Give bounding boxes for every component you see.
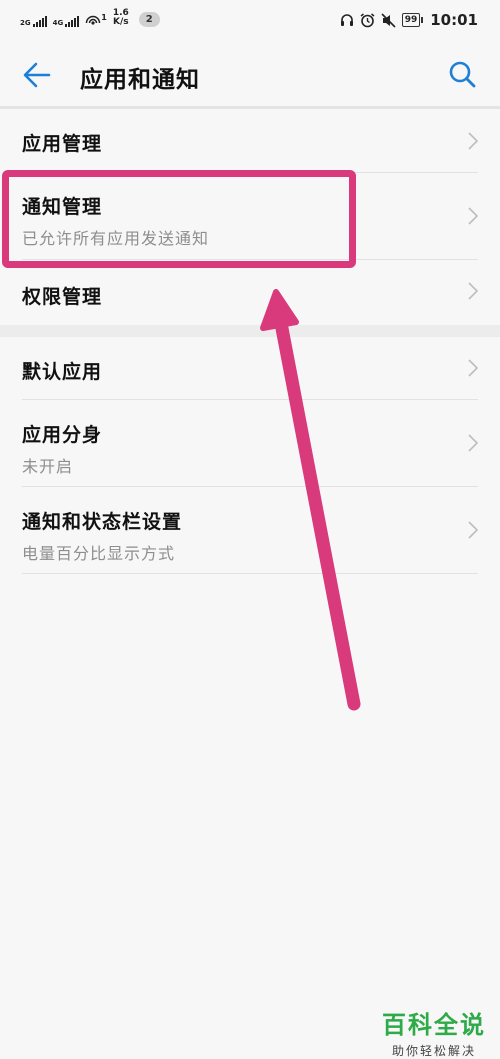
back-button[interactable] bbox=[22, 60, 52, 94]
headphones-icon bbox=[340, 14, 353, 26]
battery-icon: 99 bbox=[401, 13, 423, 27]
speed-unit: K/s bbox=[112, 17, 129, 27]
list-item-app-twin[interactable]: 应用分身 未开启 bbox=[22, 400, 478, 487]
alarm-icon bbox=[360, 12, 375, 27]
signal-icon: 2G bbox=[20, 16, 47, 27]
list-item-notification-statusbar-settings[interactable]: 通知和状态栏设置 电量百分比显示方式 bbox=[22, 487, 478, 574]
list-item-permission-management[interactable]: 权限管理 bbox=[22, 260, 478, 322]
item-title: 通知和状态栏设置 bbox=[22, 511, 183, 533]
page-title: 应用和通知 bbox=[80, 67, 200, 93]
arrow-left-icon bbox=[23, 62, 51, 88]
sim2-network-type: 4G bbox=[52, 19, 64, 27]
item-subtitle: 未开启 bbox=[22, 457, 74, 476]
annotation-highlight-box bbox=[2, 170, 356, 268]
notification-count-badge: 2 bbox=[138, 12, 160, 27]
list-item-app-management[interactable]: 应用管理 bbox=[22, 110, 478, 173]
status-right: 99 10:01 bbox=[340, 11, 478, 29]
chevron-right-icon bbox=[468, 359, 478, 377]
watermark: 百科全说 助你轻松解决 bbox=[382, 1005, 486, 1059]
item-title: 应用管理 bbox=[22, 133, 103, 155]
watermark-title: 百科全说 bbox=[382, 1011, 486, 1039]
app-header: 应用和通知 bbox=[0, 40, 500, 108]
item-title: 应用分身 bbox=[22, 424, 103, 446]
settings-group-2: 默认应用 应用分身 未开启 通知和状态栏设置 电量百分比显示方式 bbox=[0, 337, 500, 574]
chevron-right-icon bbox=[468, 207, 478, 225]
mute-icon bbox=[381, 12, 396, 28]
status-bar: 2G 4G 1 1.6 K/s 2 99 10:01 bbox=[0, 0, 500, 40]
status-left: 2G 4G 1 1.6 K/s 2 bbox=[20, 9, 160, 27]
hotspot-count: 1 bbox=[101, 13, 107, 22]
chevron-right-icon bbox=[468, 282, 478, 300]
item-subtitle: 电量百分比显示方式 bbox=[22, 544, 176, 563]
watermark-subtitle: 助你轻松解决 bbox=[391, 1044, 476, 1058]
status-time: 10:01 bbox=[430, 11, 478, 29]
hotspot-icon: 1 bbox=[85, 13, 107, 27]
battery-level: 99 bbox=[404, 15, 418, 25]
list-item-default-apps[interactable]: 默认应用 bbox=[22, 337, 478, 400]
section-divider bbox=[0, 325, 500, 337]
sim1-network-type: 2G bbox=[20, 19, 31, 27]
network-speed: 1.6 K/s bbox=[113, 9, 129, 27]
chevron-right-icon bbox=[468, 434, 478, 452]
search-button[interactable] bbox=[448, 60, 476, 92]
signal-icon-2: 4G bbox=[53, 16, 80, 27]
item-title: 默认应用 bbox=[22, 361, 103, 383]
search-icon bbox=[449, 61, 476, 88]
chevron-right-icon bbox=[468, 521, 478, 539]
header-divider bbox=[0, 106, 500, 109]
chevron-right-icon bbox=[468, 132, 478, 150]
